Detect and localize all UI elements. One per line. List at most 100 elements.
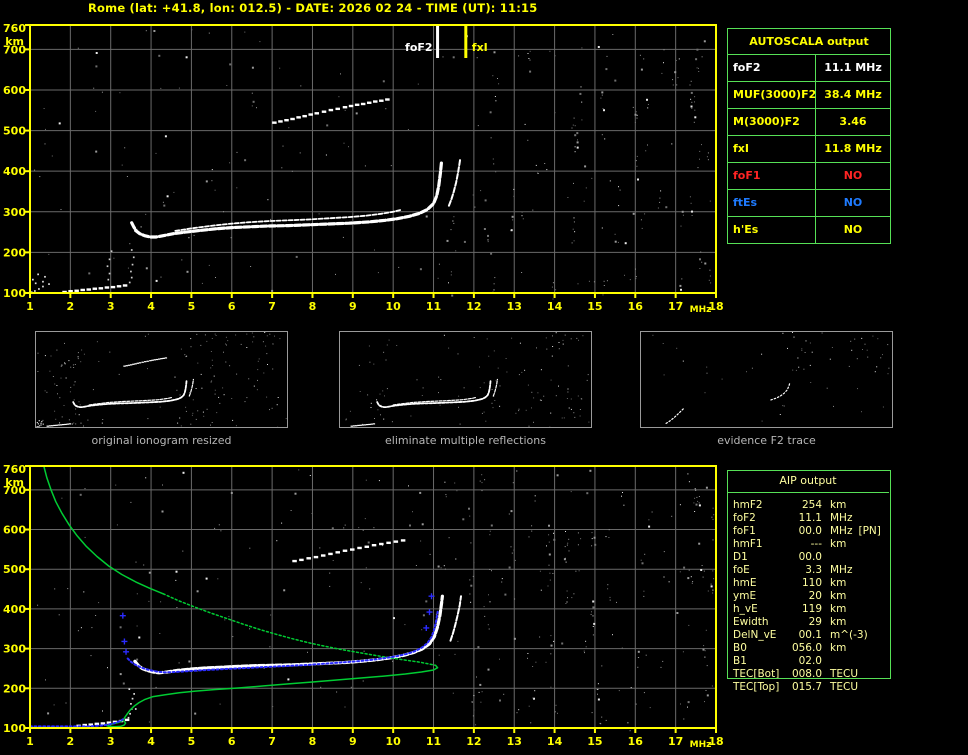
top-ionogram-plot: 1 2 3 4 5 6 7 8 9 10 11 12 13 14 15 16 17 18MHz7607006005…: [3, 22, 724, 315]
aip-row-Ewidth: Ewidth 29 km: [733, 616, 889, 629]
autoscala-param-label: foF1: [728, 163, 816, 189]
aip-param-label: D1: [733, 551, 748, 563]
noise-layer: [37, 469, 715, 732]
aip-row-ymE: ymE 20 km: [733, 590, 889, 603]
series-frag-asymptote: [770, 381, 791, 401]
series-profile-bottomside: [122, 664, 439, 722]
x-tick-label: 8: [309, 735, 317, 748]
y-tick-label: 300: [3, 206, 26, 219]
y-tick-label: 500: [3, 563, 26, 576]
y-tick-label: 200: [3, 246, 26, 259]
panel-caption-eliminate: eliminate multiple reflections: [385, 434, 546, 447]
series-X-branch: [492, 378, 498, 397]
aip-table-title: AIP output: [727, 470, 889, 493]
aip-param-value: 056.0: [791, 642, 822, 654]
aip-param-value: 110: [801, 577, 822, 589]
y-tick-label: 400: [3, 165, 26, 178]
aip-param-label: DelN_vE: [733, 629, 777, 641]
autoscala-table-title: AUTOSCALA output: [749, 35, 869, 48]
aip-param-label: B1: [733, 655, 747, 667]
x-tick-label: 15: [587, 300, 602, 313]
autoscala-param-value: NO: [843, 223, 863, 236]
panel-caption-evidence: evidence F2 trace: [717, 434, 816, 447]
aip-param-value: ---: [810, 538, 822, 550]
y-tick-label: 300: [3, 643, 26, 656]
aip-row-foF2: foF2 11.1 MHz: [733, 512, 889, 525]
y-tick-label: 200: [3, 682, 26, 695]
x-tick-label: 17: [668, 735, 683, 748]
autoscala-param-value: 11.1 MHz: [824, 61, 882, 74]
aip-param-value: 254: [801, 499, 822, 511]
panel-noise-layer: [652, 332, 890, 422]
aip-param-label: h_vE: [733, 603, 758, 615]
autoscala-param-value: NO: [843, 196, 863, 209]
aip-param-label: ymE: [733, 590, 757, 602]
aip-param-unit: km: [830, 616, 847, 628]
x-tick-label: 5: [188, 735, 196, 748]
gridlines: [30, 466, 716, 728]
y-tick-label: 100: [3, 722, 26, 735]
series-F-trace: [376, 379, 492, 408]
x-tick-label: 17: [668, 300, 683, 313]
aip-param-label: TEC[Bot]: [733, 668, 780, 680]
autoscala-row-MUF(3000)F2: MUF(3000)F2 38.4 MHz: [728, 81, 890, 108]
panel-evidence-f2-trace-canvas: [652, 332, 890, 425]
aip-row-hmE: hmE 110 km: [733, 577, 889, 590]
series-F-trace: [133, 594, 444, 675]
x-tick-label: 2: [67, 735, 75, 748]
panel-caption-original: original ionogram resized: [91, 434, 232, 447]
x-tick-label: 13: [507, 300, 522, 313]
y-tick-label: 500: [3, 125, 26, 138]
autoscala-param-label: h'Es: [728, 217, 816, 243]
autoscala-param-label: foF2: [728, 55, 816, 81]
aip-param-value: 015.7: [791, 681, 822, 693]
aip-param-unit: m^(-3): [830, 629, 868, 641]
aip-param-value: 008.0: [791, 668, 822, 680]
series-fitted-F: [126, 610, 439, 674]
series-F-trace: [130, 159, 444, 239]
autoscala-output-table: AUTOSCALA output foF2 11.1 MHz MUF(3000)F2…: [727, 28, 891, 244]
aip-row-hmF2: hmF2 254 km: [733, 499, 889, 512]
aip-row-TEC[Bot]: TEC[Bot] 008.0 TECU: [733, 668, 889, 681]
y-tick-label: 760: [3, 463, 26, 476]
aip-row-B1: B1 02.0: [733, 655, 889, 668]
x-tick-label: 15: [587, 735, 602, 748]
autoscala-screen: Rome (lat: +41.8, lon: 012.5) - DATE: 20…: [0, 0, 968, 755]
aip-row-B0: B0 056.0 km: [733, 642, 889, 655]
aip-param-label: foF2: [733, 512, 756, 524]
aip-param-value: 00.0: [798, 551, 822, 563]
panel-eliminate-reflections-canvas: [345, 332, 590, 427]
autoscala-param-value: 3.46: [839, 115, 867, 128]
x-tick-label: 1: [26, 735, 34, 748]
autoscala-param-label: fxI: [728, 136, 816, 162]
x-tick-label: 4: [147, 300, 155, 313]
x-tick-label: 6: [228, 735, 236, 748]
x-tick-label: 1: [26, 300, 34, 313]
aip-param-label: foE: [733, 564, 750, 576]
x-tick-label: 5: [188, 300, 196, 313]
autoscala-row-M(3000)F2: M(3000)F2 3.46: [728, 108, 890, 135]
aip-param-unit: TECU: [830, 681, 859, 693]
aip-row-foF1: foF1 00.0 MHz [PN]: [733, 525, 889, 538]
autoscala-row-fxI: fxI 11.8 MHz: [728, 135, 890, 162]
aip-param-value: 11.1: [798, 512, 822, 524]
aip-param-label: foF1: [733, 525, 756, 537]
autoscala-param-label: ftEs: [728, 190, 816, 216]
panel-original-ionogram-canvas: [36, 332, 287, 427]
aip-param-value: 3.3: [805, 564, 822, 576]
x-tick-label: 16: [628, 300, 644, 313]
series-frag-rise: [665, 406, 686, 425]
x-tick-label: 13: [507, 735, 522, 748]
panel-original-ionogram: [35, 331, 288, 428]
x-tick-label: 3: [107, 300, 115, 313]
x-tick-label: 3: [107, 735, 115, 748]
aip-param-extra: [PN]: [858, 525, 881, 537]
x-tick-label: 6: [228, 300, 236, 313]
x-tick-label: 9: [349, 300, 357, 313]
y-axis-unit: km: [5, 476, 24, 489]
x-tick-label: 4: [147, 735, 155, 748]
x-tick-label: 7: [268, 735, 276, 748]
aip-param-unit: km: [830, 577, 847, 589]
series-X-branch: [447, 158, 462, 207]
aip-param-unit: km: [830, 499, 847, 511]
